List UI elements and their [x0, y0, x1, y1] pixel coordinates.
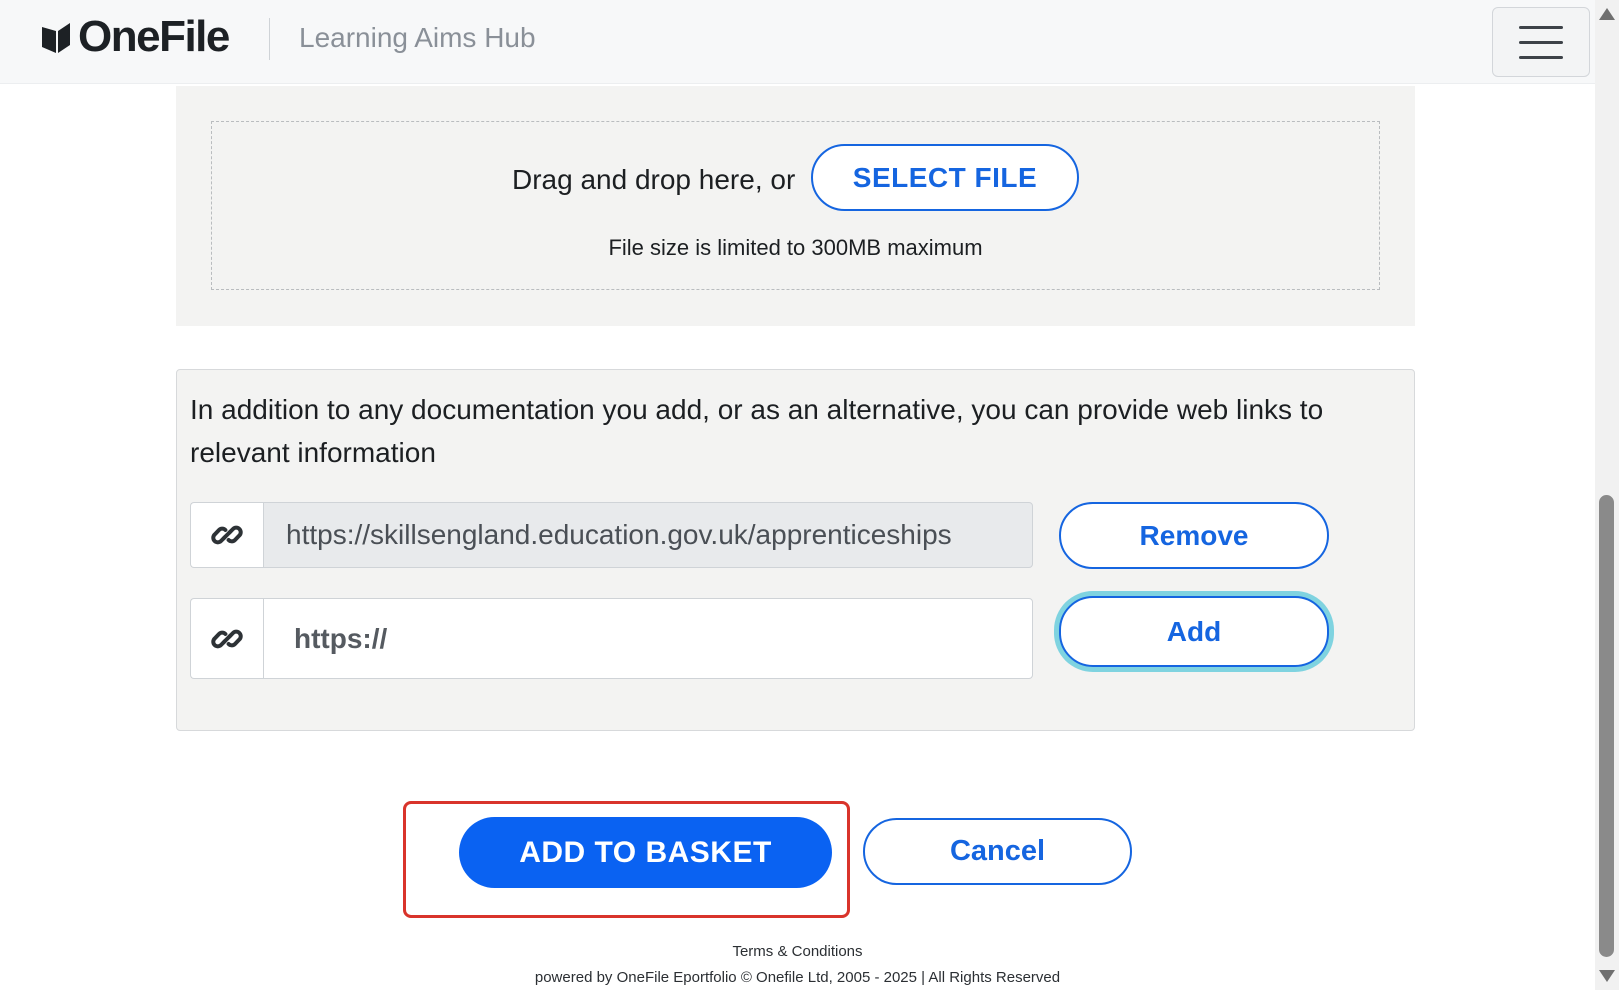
- scroll-up-arrow-icon[interactable]: [1599, 8, 1615, 20]
- hamburger-icon-bar: [1519, 55, 1563, 59]
- onefile-logo-icon: [42, 23, 70, 53]
- top-header: OneFile Learning Aims Hub: [0, 0, 1595, 84]
- file-dropzone[interactable]: Drag and drop here, or SELECT FILE File …: [211, 121, 1380, 290]
- scroll-down-arrow-icon[interactable]: [1599, 970, 1615, 982]
- file-size-note: File size is limited to 300MB maximum: [608, 235, 983, 260]
- link-icon-box: [190, 598, 263, 679]
- hub-title: Learning Aims Hub: [299, 22, 536, 53]
- new-link-row: [190, 598, 1033, 679]
- logo-text: OneFile: [78, 12, 230, 61]
- drag-drop-text: Drag and drop here, or: [512, 164, 796, 195]
- existing-link-row: https://skillsengland.education.gov.uk/a…: [190, 502, 1033, 568]
- new-link-url-input[interactable]: [263, 598, 1033, 679]
- select-file-button[interactable]: SELECT FILE: [811, 144, 1079, 211]
- scrollbar-thumb[interactable]: [1599, 495, 1614, 957]
- header-divider: [269, 18, 270, 60]
- onefile-logo[interactable]: OneFile: [40, 12, 230, 62]
- page: OneFile Learning Aims Hub Drag and drop …: [0, 0, 1619, 990]
- add-to-basket-button[interactable]: ADD TO BASKET: [459, 817, 832, 888]
- hamburger-icon-bar: [1519, 40, 1563, 44]
- page-scrollbar[interactable]: [1595, 0, 1619, 990]
- add-link-button[interactable]: Add: [1059, 596, 1329, 667]
- hamburger-menu-button[interactable]: [1492, 7, 1590, 77]
- link-icon-box: [190, 502, 263, 568]
- file-upload-panel: Drag and drop here, or SELECT FILE File …: [176, 86, 1415, 326]
- hamburger-icon-bar: [1519, 25, 1563, 29]
- existing-link-url: https://skillsengland.education.gov.uk/a…: [263, 502, 1033, 568]
- web-links-panel: In addition to any documentation you add…: [176, 369, 1415, 731]
- cancel-button[interactable]: Cancel: [863, 818, 1132, 885]
- link-icon: [211, 629, 243, 648]
- footer-copyright: powered by OneFile Eportfolio © Onefile …: [534, 969, 1061, 986]
- remove-link-button[interactable]: Remove: [1059, 502, 1329, 569]
- link-icon: [211, 525, 243, 545]
- web-links-intro: In addition to any documentation you add…: [190, 394, 1324, 468]
- terms-conditions-link[interactable]: Terms & Conditions: [0, 943, 1595, 960]
